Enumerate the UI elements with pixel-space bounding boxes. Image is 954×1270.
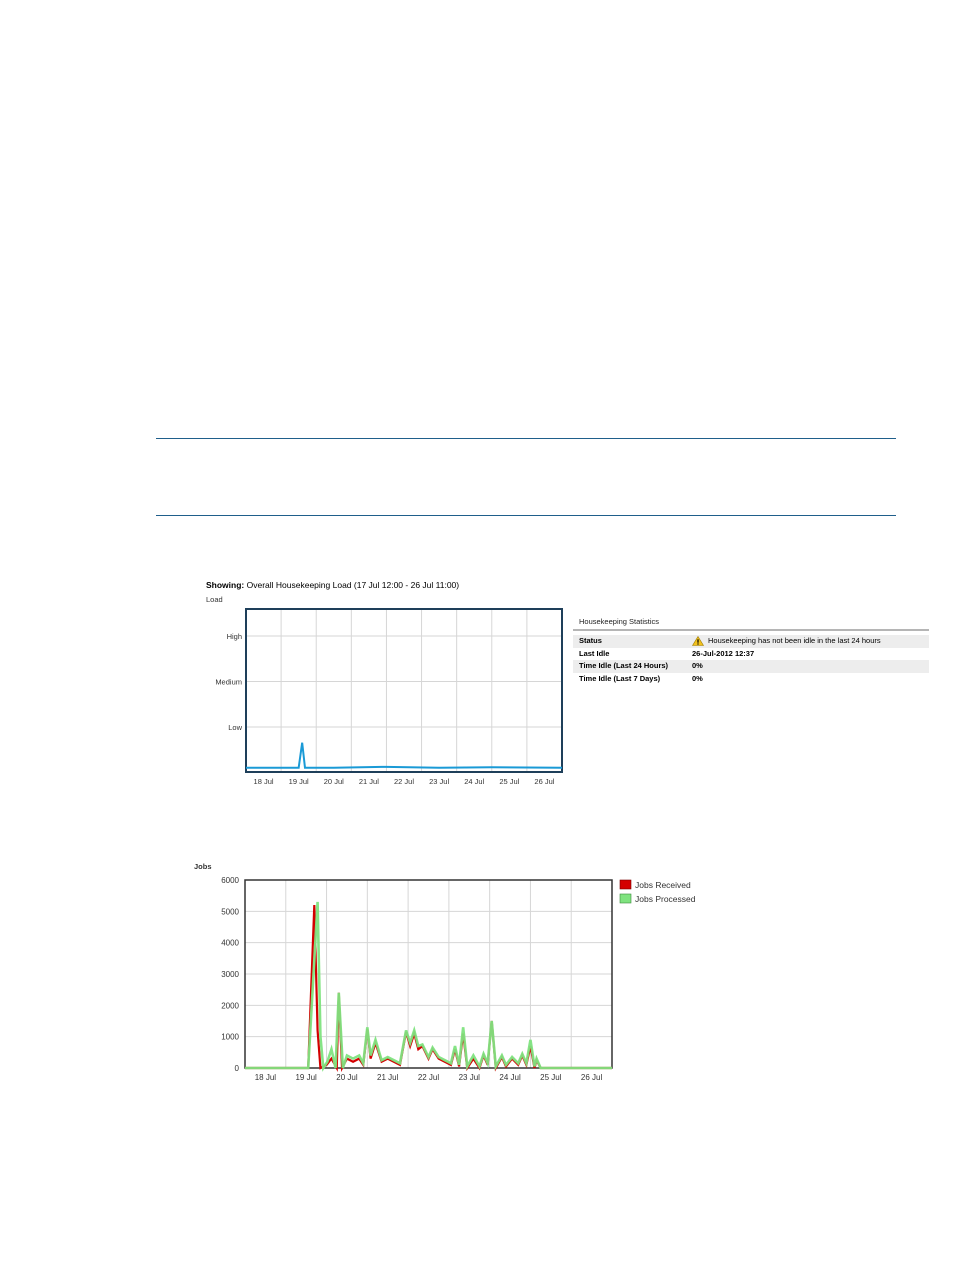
jobs-chart: Jobs 0 1000 2000 3000 4000 5000 6000 18 Jul 19 Ju… bbox=[194, 862, 696, 1082]
load-y-tick-label: High bbox=[227, 632, 242, 641]
load-x-tick-label: 24 Jul bbox=[464, 777, 484, 786]
stats-value: 0% bbox=[692, 661, 703, 670]
load-x-tick-label: 26 Jul bbox=[534, 777, 554, 786]
jobs-y-tick-label: 2000 bbox=[221, 1001, 239, 1010]
load-x-tick-label: 19 Jul bbox=[289, 777, 309, 786]
legend-swatch-processed bbox=[619, 893, 632, 904]
load-x-tick-label: 21 Jul bbox=[359, 777, 379, 786]
jobs-y-tick-label: 0 bbox=[235, 1064, 240, 1073]
stats-row-last-idle: Last Idle 26-Jul-2012 12:37 bbox=[573, 648, 929, 661]
jobs-x-tick-label: 24 Jul bbox=[499, 1073, 521, 1082]
note-rule-bottom bbox=[156, 515, 896, 516]
load-x-tick-label: 18 Jul bbox=[254, 777, 274, 786]
stats-row-status: Status Housekeeping has not been idle in… bbox=[573, 635, 929, 648]
stats-row-idle-24h: Time Idle (Last 24 Hours) 0% bbox=[573, 660, 929, 673]
showing-text: Overall Housekeeping Load (17 Jul 12:00 … bbox=[246, 580, 460, 590]
load-plot-border bbox=[245, 608, 563, 773]
jobs-received-line bbox=[245, 905, 612, 1073]
load-x-tick-label: 20 Jul bbox=[324, 777, 344, 786]
showing-prefix: Showing: bbox=[206, 580, 245, 590]
load-y-tick-label: Low bbox=[228, 723, 242, 732]
stats-key: Time Idle (Last 7 Days) bbox=[579, 673, 661, 683]
legend-label-processed: Jobs Processed bbox=[635, 894, 696, 904]
jobs-x-tick-label: 21 Jul bbox=[377, 1073, 399, 1082]
jobs-y-tick-label: 1000 bbox=[221, 1033, 239, 1042]
status-text: Housekeeping has not been idle in the la… bbox=[708, 636, 881, 645]
load-x-tick-label: 23 Jul bbox=[429, 777, 449, 786]
stats-value: 26-Jul-2012 12:37 bbox=[692, 648, 755, 658]
legend-swatch-received bbox=[619, 879, 632, 890]
note-rule-top bbox=[156, 438, 896, 439]
jobs-x-tick-label: 25 Jul bbox=[540, 1073, 562, 1082]
jobs-x-tick-label: 23 Jul bbox=[459, 1073, 481, 1082]
stats-title: Housekeeping Statistics bbox=[573, 614, 929, 631]
stats-value: Housekeeping has not been idle in the la… bbox=[692, 635, 929, 648]
showing-header: Showing: Overall Housekeeping Load (17 J… bbox=[206, 580, 459, 590]
jobs-x-tick-label: 18 Jul bbox=[255, 1073, 277, 1082]
jobs-processed-line bbox=[245, 901, 612, 1072]
jobs-x-tick-label: 26 Jul bbox=[581, 1073, 603, 1082]
load-chart: Load Low Medium High 18 Jul 19 Jul 20 Jul 21 Ju… bbox=[206, 595, 563, 786]
load-series-line bbox=[246, 742, 563, 769]
stats-key: Time Idle (Last 24 Hours) bbox=[579, 661, 669, 670]
stats-value: 0% bbox=[692, 673, 703, 683]
jobs-y-axis-label: Jobs bbox=[194, 862, 212, 871]
load-y-tick-label: Medium bbox=[215, 678, 242, 687]
stats-row-idle-7d: Time Idle (Last 7 Days) 0% bbox=[573, 673, 929, 686]
load-x-tick-label: 25 Jul bbox=[499, 777, 519, 786]
legend-label-received: Jobs Received bbox=[635, 880, 691, 890]
jobs-y-tick-label: 5000 bbox=[221, 907, 239, 916]
jobs-y-tick-label: 3000 bbox=[221, 970, 239, 979]
jobs-y-tick-label: 6000 bbox=[221, 876, 239, 885]
jobs-y-tick-label: 4000 bbox=[221, 939, 239, 948]
load-y-axis-label: Load bbox=[206, 595, 223, 604]
housekeeping-stats-panel: Housekeeping Statistics Status Housekeep… bbox=[573, 614, 929, 685]
load-x-tick-label: 22 Jul bbox=[394, 777, 414, 786]
stats-key: Last Idle bbox=[579, 648, 610, 658]
jobs-x-tick-label: 19 Jul bbox=[295, 1073, 317, 1082]
warning-icon bbox=[692, 636, 704, 647]
stats-key: Status bbox=[579, 636, 602, 645]
jobs-x-tick-label: 22 Jul bbox=[418, 1073, 440, 1082]
jobs-x-tick-label: 20 Jul bbox=[336, 1073, 358, 1082]
